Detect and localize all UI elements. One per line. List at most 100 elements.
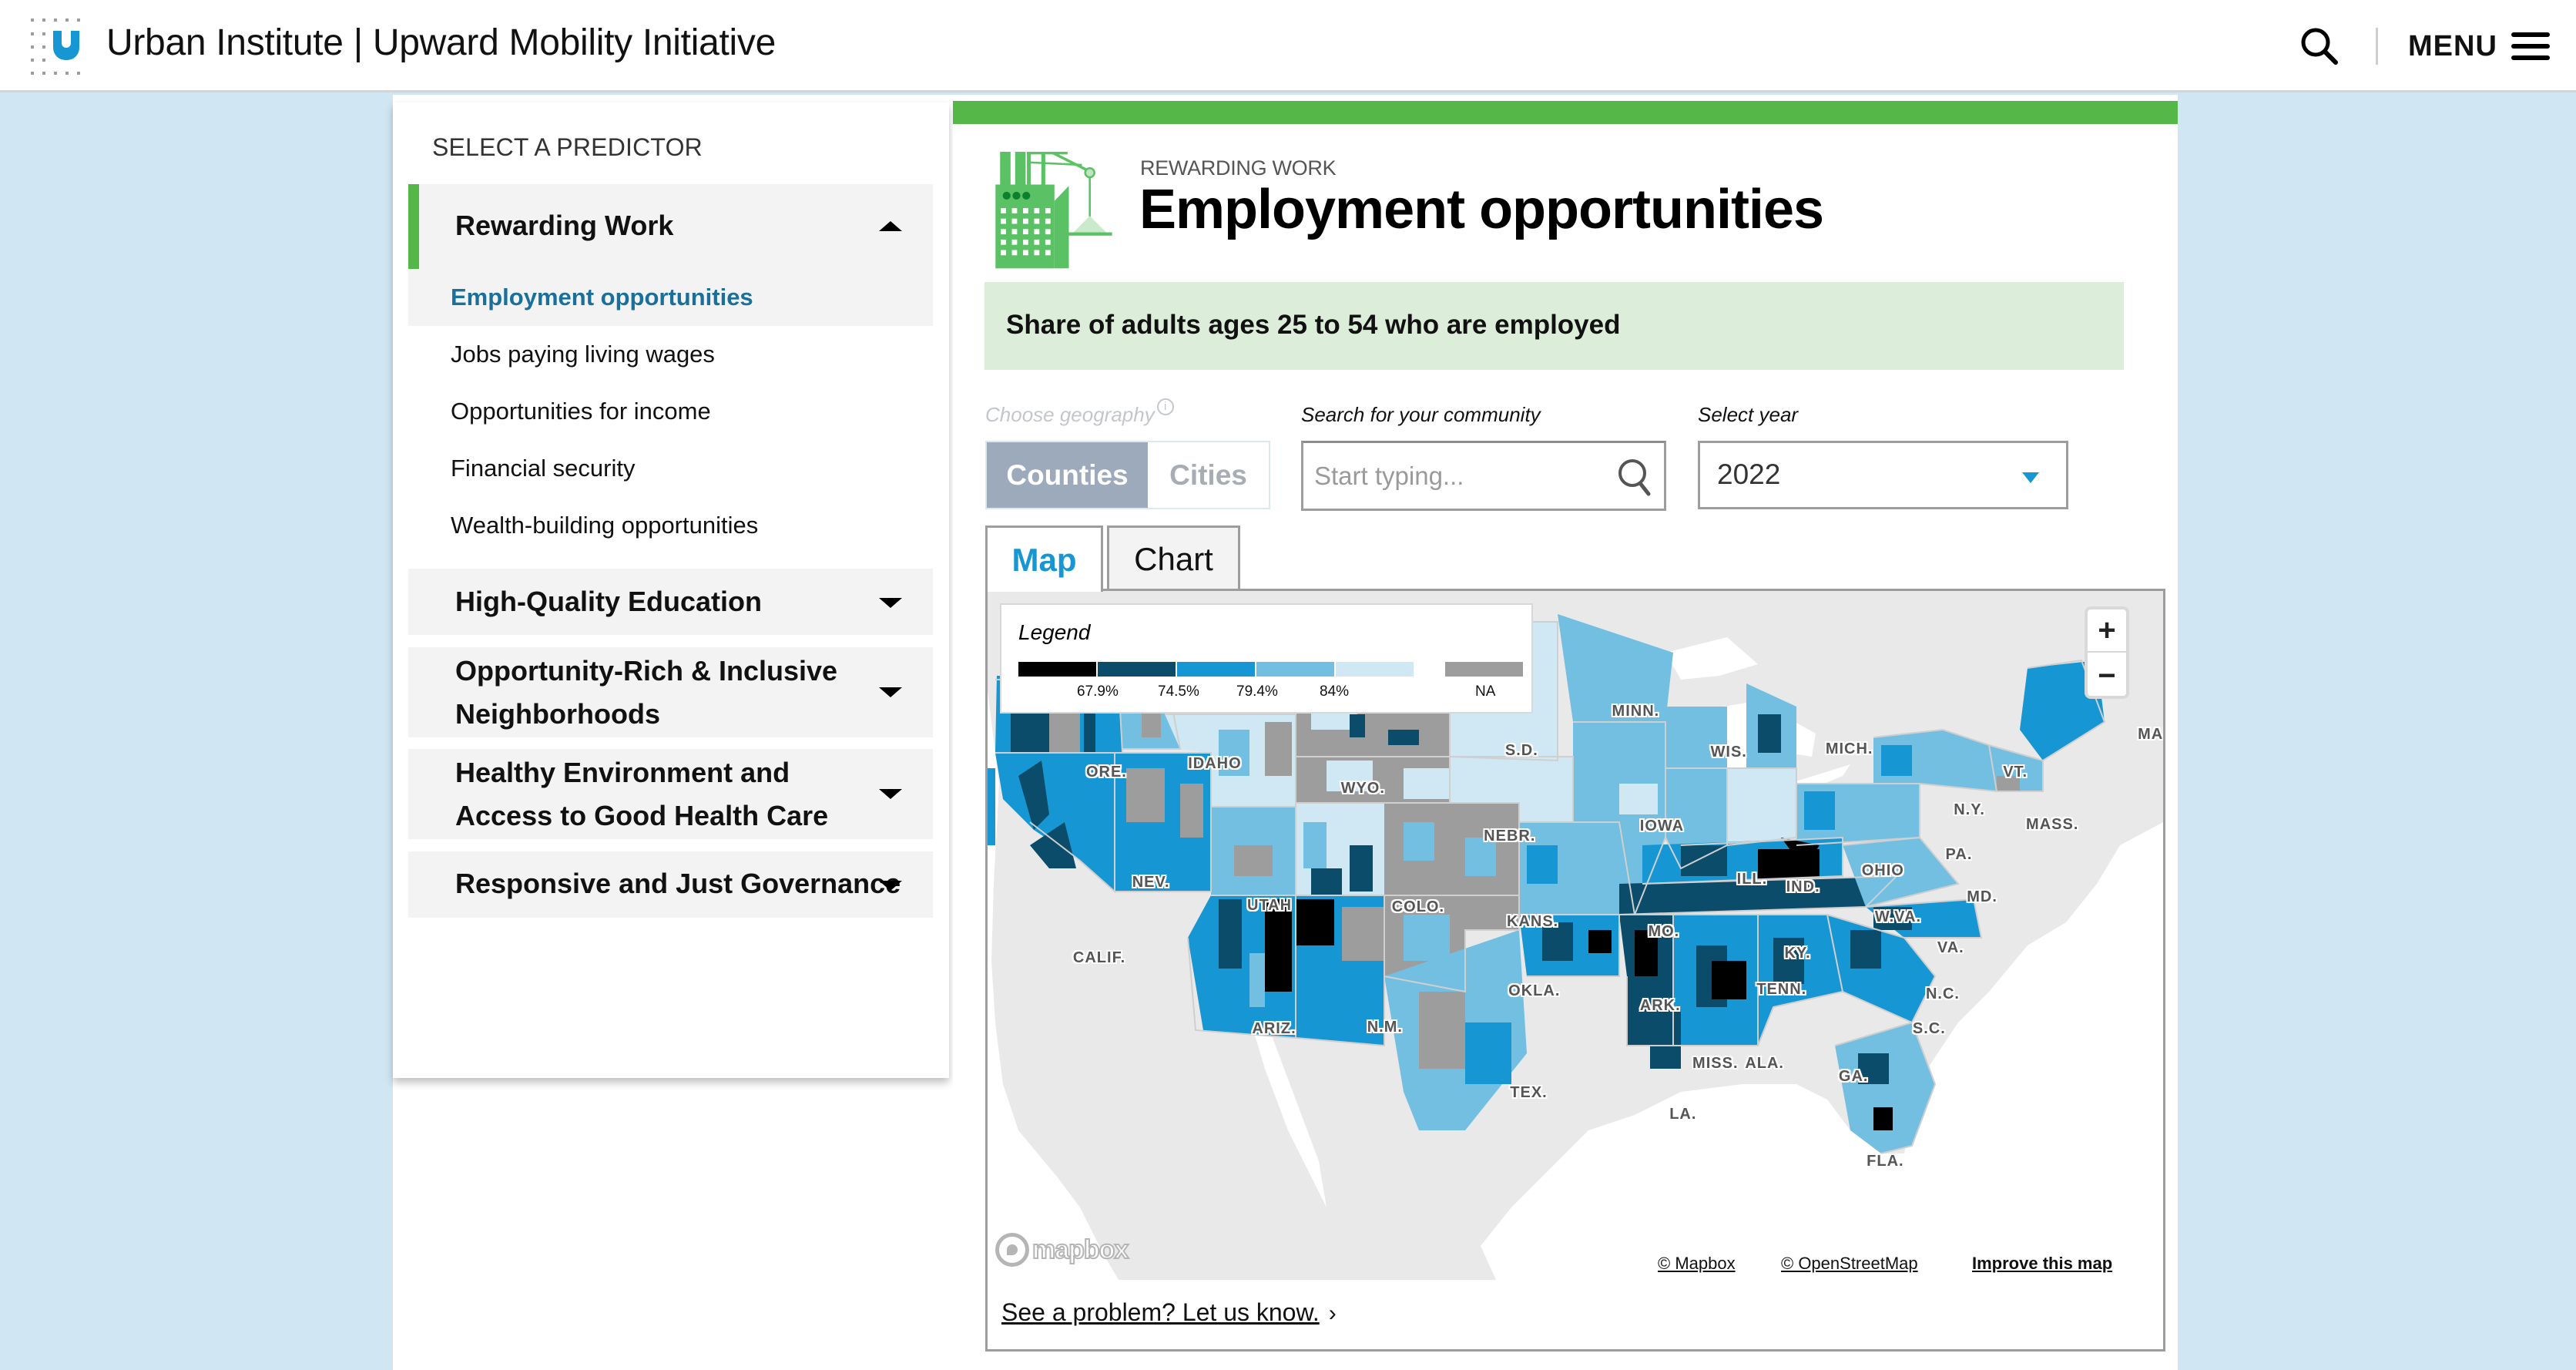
state-label: ARIZ.: [1252, 1019, 1296, 1037]
mapbox-logo[interactable]: mapbox: [995, 1232, 1129, 1268]
county-region[interactable]: [1681, 845, 1727, 876]
info-icon[interactable]: i: [1156, 398, 1174, 415]
attribution-mapbox-link[interactable]: © Mapbox: [1658, 1254, 1736, 1274]
site-title[interactable]: Urban Institute | Upward Mobility Initia…: [106, 22, 776, 64]
community-search-input[interactable]: [1314, 451, 1599, 502]
sidebar-item-financial-security[interactable]: Financial security: [451, 455, 635, 482]
county-region[interactable]: [1650, 1007, 1681, 1069]
state-label: OKLA.: [1508, 982, 1561, 999]
county-region[interactable]: [1404, 822, 1434, 861]
attribution-openstreetmap-link[interactable]: © OpenStreetMap: [1781, 1254, 1918, 1274]
tab-map[interactable]: Map: [985, 526, 1103, 592]
state-label: MICH.: [1825, 740, 1873, 758]
state-label: COLO.: [1391, 898, 1445, 915]
category-label: Responsive and Just Governance: [455, 868, 901, 899]
county-region[interactable]: [1404, 768, 1450, 799]
logo-dot: [42, 45, 45, 49]
county-region[interactable]: [1712, 961, 1746, 999]
county-region[interactable]: [988, 768, 995, 845]
header-divider: [2376, 28, 2378, 65]
sidebar-item-employment-opportunities[interactable]: Employment opportunities: [451, 284, 753, 311]
county-region[interactable]: [1296, 899, 1334, 945]
state-label: W.VA.: [1874, 908, 1921, 925]
legend-swatch-na: [1445, 662, 1523, 677]
state-label: CALIF.: [1072, 949, 1126, 966]
logo-dot: [77, 72, 80, 75]
state-label: N.C.: [1925, 985, 1960, 1002]
tab-chart[interactable]: Chart: [1107, 526, 1240, 590]
sidebar-item-jobs-paying-living-wages[interactable]: Jobs paying living wages: [451, 341, 715, 368]
logo-dot: [42, 32, 45, 35]
county-region[interactable]: [1588, 930, 1612, 953]
county-region[interactable]: [1388, 730, 1419, 745]
category-healthy-environment[interactable]: Healthy Environment and Access to Good H…: [408, 749, 933, 839]
category-responsive-governance[interactable]: Responsive and Just Governance: [408, 851, 933, 918]
category-opportunity-rich-neighborhoods[interactable]: Opportunity-Rich & Inclusive Neighborhoo…: [408, 647, 933, 737]
county-region[interactable]: [1873, 1107, 1893, 1130]
chevron-down-icon: [879, 598, 902, 608]
county-region[interactable]: [1303, 822, 1327, 868]
county-region[interactable]: [1180, 784, 1203, 838]
state-label: ORE.: [1085, 763, 1127, 781]
urban-institute-logo[interactable]: [29, 17, 85, 76]
improve-this-map-link[interactable]: Improve this map: [1972, 1254, 2112, 1274]
logo-dot: [77, 18, 80, 22]
county-region[interactable]: [1850, 930, 1881, 969]
state-label: OHIO: [1861, 861, 1904, 879]
county-region[interactable]: [1527, 845, 1558, 884]
sidebar-title: SELECT A PREDICTOR: [432, 133, 703, 161]
logo-dot: [31, 59, 34, 62]
county-region[interactable]: [1804, 791, 1835, 830]
logo-dot: [31, 72, 34, 75]
state-label: NEV.: [1132, 873, 1170, 891]
year-select[interactable]: 2022: [1698, 441, 2068, 509]
state-label: N.Y.: [1954, 801, 1985, 819]
state-label: MD.: [1967, 888, 1997, 906]
state-label: ILL.: [1736, 870, 1768, 888]
menu-button[interactable]: MENU: [2408, 26, 2550, 66]
zoom-in-button[interactable]: +: [2088, 609, 2126, 653]
county-region[interactable]: [1419, 992, 1465, 1069]
state-label: MASS.: [2026, 816, 2079, 834]
state-label: GA.: [1838, 1067, 1869, 1085]
state-label: LA.: [1669, 1105, 1697, 1123]
county-region[interactable]: [1758, 714, 1781, 753]
state-label: MO.: [1648, 922, 1680, 940]
hamburger-icon: [2511, 31, 2550, 62]
county-region[interactable]: [1342, 907, 1384, 961]
county-region[interactable]: [1619, 784, 1658, 814]
map-zoom-controls: + −: [2085, 606, 2129, 699]
chevron-right-icon: ›: [1328, 1301, 1337, 1326]
county-region[interactable]: [1465, 1022, 1511, 1084]
county-region[interactable]: [1234, 845, 1273, 876]
county-region[interactable]: [1011, 707, 1049, 753]
county-region[interactable]: [1126, 768, 1165, 822]
legend-swatch-2: [1098, 662, 1176, 677]
logo-dot: [42, 72, 45, 75]
year-value: 2022: [1717, 458, 1781, 490]
state-label: N.M.: [1367, 1018, 1403, 1036]
state-label: VA.: [1937, 939, 1964, 957]
county-region[interactable]: [1311, 868, 1342, 895]
category-rewarding-work[interactable]: Rewarding Work: [408, 184, 933, 269]
state-label: IOWA: [1639, 818, 1685, 835]
county-region[interactable]: [1727, 768, 1796, 845]
county-region[interactable]: [1404, 915, 1450, 961]
choropleth-map[interactable]: ORE. IDAHO WYO. S.D. MINN. WIS. MICH. MAINE VT. N…: [988, 591, 2163, 1280]
sidebar-item-wealth-building-opportunities[interactable]: Wealth-building opportunities: [451, 512, 758, 539]
county-region[interactable]: [1265, 722, 1292, 776]
search-icon[interactable]: [1615, 455, 1655, 499]
geography-counties-button[interactable]: Counties: [987, 442, 1148, 508]
county-region[interactable]: [1049, 707, 1080, 753]
zoom-out-button[interactable]: −: [2088, 654, 2126, 697]
search-button[interactable]: [2298, 25, 2341, 68]
county-region[interactable]: [1350, 714, 1365, 737]
county-region[interactable]: [1350, 845, 1373, 892]
category-high-quality-education[interactable]: High-Quality Education: [408, 569, 933, 635]
county-region[interactable]: [1249, 953, 1265, 1007]
geography-cities-button[interactable]: Cities: [1148, 442, 1269, 508]
county-region[interactable]: [1881, 745, 1912, 776]
county-region[interactable]: [1219, 899, 1242, 969]
report-problem-link[interactable]: See a problem? Let us know. ›: [1001, 1298, 1337, 1327]
sidebar-item-opportunities-for-income[interactable]: Opportunities for income: [451, 398, 711, 425]
